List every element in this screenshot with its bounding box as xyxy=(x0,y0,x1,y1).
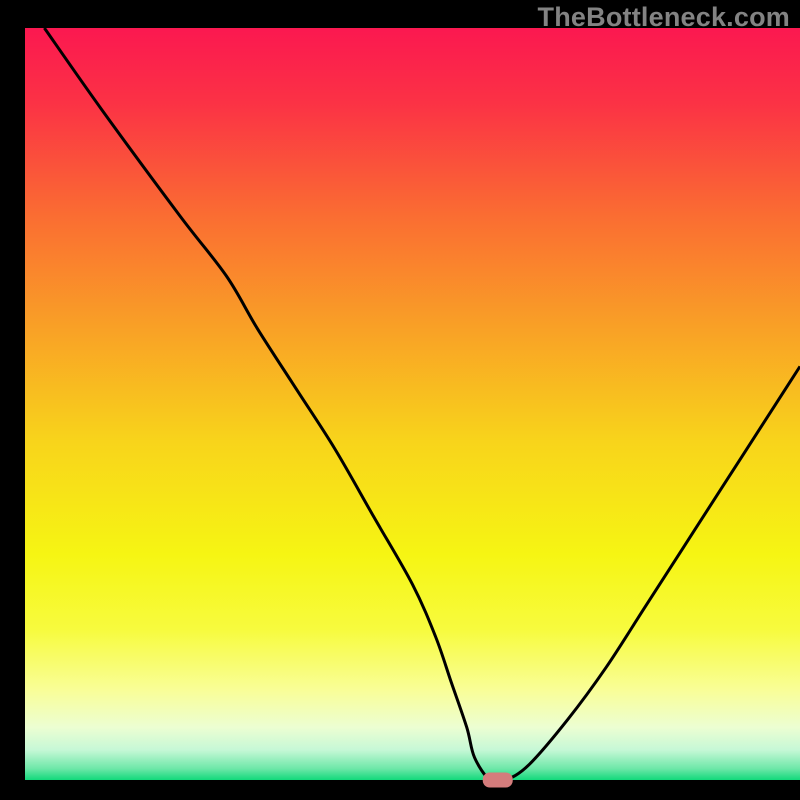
plot-background xyxy=(25,28,800,780)
chart-svg xyxy=(0,0,800,800)
bottleneck-chart: TheBottleneck.com xyxy=(0,0,800,800)
watermark-text: TheBottleneck.com xyxy=(538,2,790,33)
optimal-marker xyxy=(483,773,513,788)
